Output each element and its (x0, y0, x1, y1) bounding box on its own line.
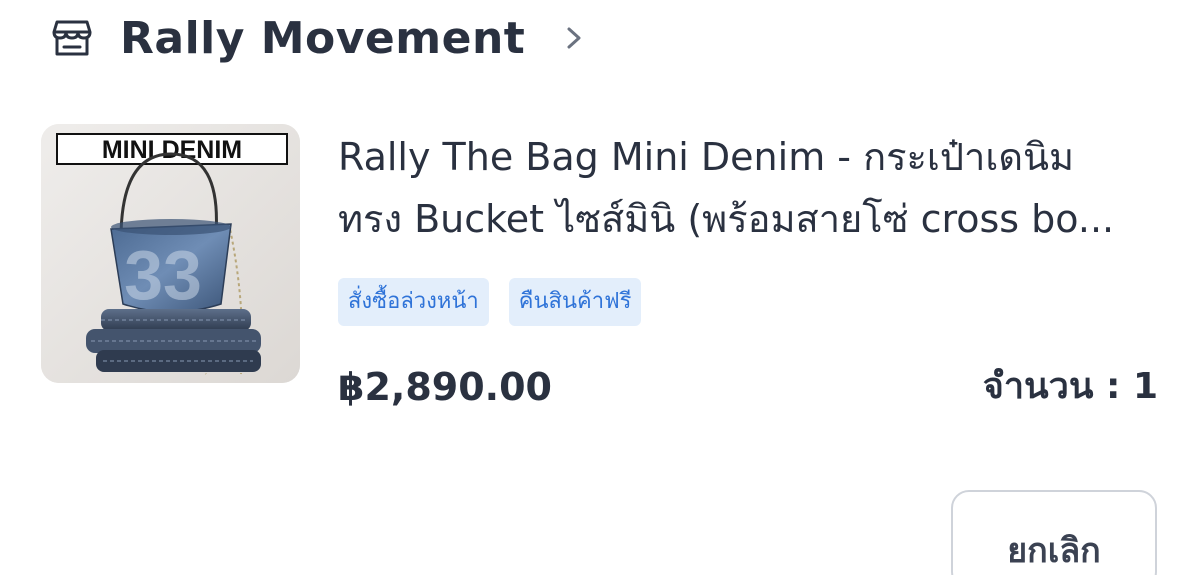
product-image[interactable]: MINI DENIM 33 (41, 124, 300, 383)
svg-text:33: 33 (124, 236, 202, 314)
chevron-right-icon (563, 23, 585, 53)
shop-header[interactable]: Rally Movement (50, 8, 585, 68)
order-item-card: Rally Movement MINI DENIM 33 Rally The B… (0, 0, 1200, 575)
product-badges: สั่งซื้อล่วงหน้า คืนสินค้าฟรี (338, 278, 642, 326)
product-title-line-2: ทรง Bucket ไซส์มินิ (พร้อมสายโซ่ cross b… (338, 197, 1115, 241)
shop-name: Rally Movement (120, 12, 526, 64)
product-title[interactable]: Rally The Bag Mini Denim - กระเป๋าเดนิม … (338, 126, 1148, 250)
free-return-badge: คืนสินค้าฟรี (508, 278, 642, 326)
product-quantity: จำนวน : 1 (982, 366, 1158, 407)
product-title-line-1: Rally The Bag Mini Denim - กระเป๋าเดนิม (338, 135, 1075, 179)
store-icon (50, 16, 94, 60)
cancel-button[interactable]: ยกเลิก (951, 490, 1157, 575)
image-label-text: MINI DENIM (102, 136, 242, 164)
preorder-badge: สั่งซื้อล่วงหน้า (338, 278, 489, 326)
cancel-button-label: ยกเลิก (1007, 530, 1101, 571)
product-price: ฿2,890.00 (338, 365, 552, 409)
